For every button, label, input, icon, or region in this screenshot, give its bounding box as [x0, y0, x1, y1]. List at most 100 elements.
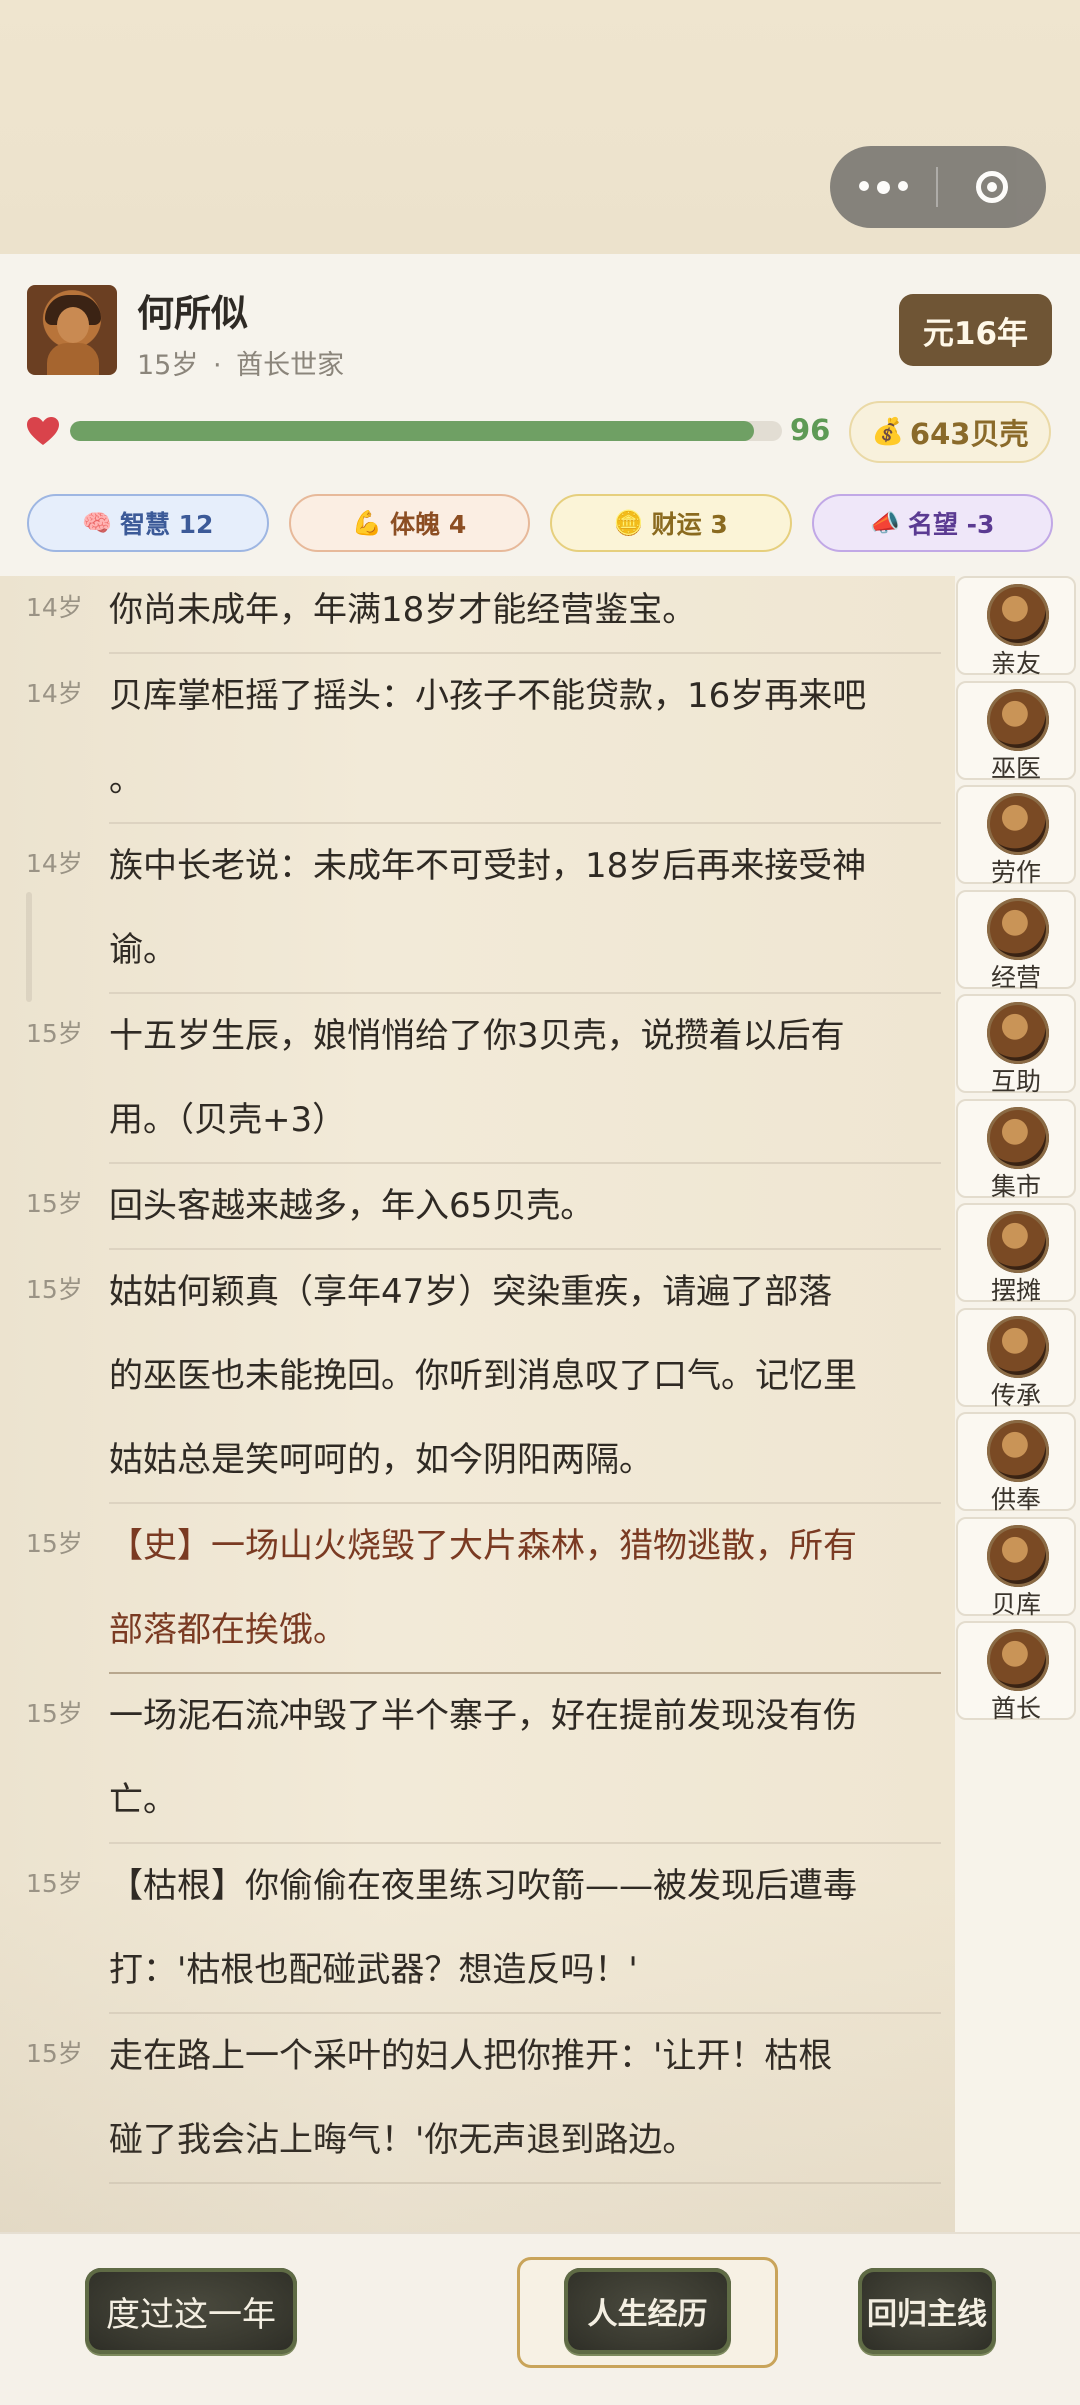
chief-icon: [987, 1629, 1049, 1691]
rail-item-label: 酋长: [990, 1694, 1041, 1723]
megaphone-icon: 📣: [870, 509, 900, 537]
character-subinfo: 15岁 · 酋长世家: [137, 343, 344, 382]
rail-item-0[interactable]: 亲友: [956, 576, 1076, 678]
shaman-icon: [987, 688, 1049, 751]
next-year-button[interactable]: 度过这一年: [85, 2268, 297, 2354]
log-line: 亡。: [109, 1780, 177, 1820]
log-text: 十五岁生辰，娘悄悄给了你3贝壳，说攒着以后有 用。（贝壳+3）: [109, 994, 941, 1162]
log-line: 姑姑总是笑呵呵的，如今阴阳两隔。: [109, 1440, 653, 1480]
back-main-button[interactable]: 回归主线: [858, 2268, 996, 2354]
log-line: 走在路上一个采叶的妇人把你推开：'让开！枯根: [109, 2036, 833, 2076]
close-target-icon[interactable]: [938, 171, 1046, 203]
tools-icon: [987, 793, 1049, 855]
life-history-button[interactable]: 人生经历: [564, 2268, 731, 2354]
market-icon: [987, 1106, 1049, 1169]
rail-item-label: 集市: [990, 1171, 1041, 1201]
stall-icon: [987, 1211, 1049, 1273]
log-text: 【枯根】你偷偷在夜里练习吹箭——被发现后遭毒 打：'枯根也配碰武器？想造反吗！': [109, 1844, 941, 2012]
log-line: 姑姑何颖真（享年47岁）突染重疾，请遍了部落: [109, 1272, 833, 1312]
log-entry: 15岁 姑姑何颖真（享年47岁）突染重疾，请遍了部落 的巫医也未能挽回。你听到消息叹…: [0, 1250, 955, 1504]
brain-icon: 🧠: [82, 509, 112, 537]
rail-item-label: 亲友: [990, 649, 1041, 678]
log-line: 用。（贝壳+3）: [109, 1100, 347, 1140]
log-divider: [109, 2182, 941, 2184]
stat-reputation[interactable]: 📣 名望 -3: [811, 494, 1053, 552]
log-text: 贝库掌柜摇了摇头：小孩子不能贷款，16岁再来吧。: [109, 654, 941, 822]
log-entry: 14岁 你尚未成年，年满18岁才能经营鉴宝。: [0, 576, 955, 654]
log-line: 的巫医也未能挽回。你听到消息叹了口气。记忆里: [109, 1356, 857, 1396]
rail-item-5[interactable]: 集市: [956, 1098, 1076, 1201]
log-age: 15岁: [26, 1019, 83, 1048]
log-line: 【枯根】你偷偷在夜里练习吹箭——被发现后遭毒: [109, 1866, 857, 1906]
rail-item-label: 摆摊: [990, 1276, 1041, 1305]
health-bar: [70, 421, 782, 441]
gold-ingot-icon: 🪙: [613, 509, 644, 537]
log-line: 十五岁生辰，娘悄悄给了你3贝壳，说攒着以后有: [109, 1016, 845, 1056]
altar-icon: [987, 1420, 1049, 1482]
log-text: 姑姑何颖真（享年47岁）突染重疾，请遍了部落 的巫医也未能挽回。你听到消息叹了口气…: [109, 1250, 941, 1502]
treasury-icon: [987, 1524, 1049, 1587]
log-entry: 15岁 走在路上一个采叶的妇人把你推开：'让开！枯根 碰了我会沾上晦气！'你无声退到…: [0, 2014, 955, 2184]
log-age: 15岁: [26, 1275, 83, 1304]
log-entry: 14岁 族中长老说：未成年不可受封，18岁后再来接受神 谕。: [0, 824, 955, 994]
log-age: 15岁: [26, 1699, 83, 1728]
rail-item-label: 贝库: [990, 1589, 1041, 1619]
shells-value: 643贝壳: [909, 417, 1029, 451]
rail-item-10[interactable]: 酋长: [956, 1621, 1076, 1723]
log-line: 贝库掌柜摇了摇头：小孩子不能贷款，16岁再来吧: [109, 676, 867, 716]
rail-item-6[interactable]: 摆摊: [956, 1203, 1076, 1305]
rail-item-label: 经营: [990, 962, 1041, 992]
log-age: 15岁: [26, 2039, 83, 2068]
heart-icon: [27, 417, 59, 445]
hut-icon: [987, 897, 1049, 960]
rail-item-label: 传承: [990, 1380, 1041, 1410]
stats-row: 🧠 智慧 12 💪 体魄 4 🪙 财运 3 📣 名望 -3: [27, 494, 1053, 552]
age-label: 15岁: [137, 350, 199, 381]
log-line: 部落都在挨饿。: [109, 1610, 347, 1650]
rail-item-3[interactable]: 经营: [956, 889, 1076, 992]
rail-item-label: 劳作: [990, 858, 1041, 887]
elder-icon: [987, 1315, 1049, 1378]
log-text: 回头客越来越多，年入65贝壳。: [109, 1164, 941, 1248]
stat-label: 财运 3: [651, 510, 728, 539]
stat-fortune[interactable]: 🪙 财运 3: [550, 494, 792, 552]
log-line: 碰了我会沾上晦气！'你无声退到路边。: [109, 2120, 697, 2160]
log-line: 打：'枯根也配碰武器？想造反吗！': [109, 1950, 638, 1990]
log-line: 。: [109, 760, 143, 800]
rail-item-label: 巫医: [990, 753, 1041, 783]
log-text: 一场泥石流冲毁了半个寨子，好在提前发现没有伤 亡。: [109, 1674, 941, 1842]
health-value: 96: [790, 413, 831, 447]
separator: ·: [212, 350, 222, 381]
log-text: 走在路上一个采叶的妇人把你推开：'让开！枯根 碰了我会沾上晦气！'你无声退到路边。: [109, 2014, 941, 2182]
log-age: 14岁: [26, 849, 83, 878]
avatar[interactable]: [27, 285, 117, 375]
stat-label: 智慧 12: [119, 510, 214, 539]
log-line: 你尚未成年，年满18岁才能经营鉴宝。: [109, 590, 697, 630]
rail-item-9[interactable]: 贝库: [956, 1516, 1076, 1619]
life-log[interactable]: 14岁 你尚未成年，年满18岁才能经营鉴宝。 14岁 贝库掌柜摇了摇头：小孩子不能贷款…: [0, 576, 955, 2232]
rail-item-1[interactable]: 巫医: [956, 680, 1076, 783]
mini-program-capsule: [830, 146, 1046, 228]
rail-item-8[interactable]: 供奉: [956, 1412, 1076, 1514]
log-age: 15岁: [26, 1529, 83, 1558]
log-age: 14岁: [26, 593, 83, 622]
stat-physique[interactable]: 💪 体魄 4: [288, 494, 530, 552]
more-icon[interactable]: [830, 180, 936, 194]
log-age: 15岁: [26, 1869, 83, 1898]
health-bar-fill: [70, 421, 754, 441]
rail-item-label: 供奉: [990, 1485, 1041, 1514]
log-entry: 15岁 【枯根】你偷偷在夜里练习吹箭——被发现后遭毒 打：'枯根也配碰武器？想造反吗…: [0, 1844, 955, 2014]
rail-item-2[interactable]: 劳作: [956, 785, 1076, 887]
log-line: 回头客越来越多，年入65贝壳。: [109, 1186, 595, 1226]
log-age: 14岁: [26, 679, 83, 708]
muscle-icon: 💪: [352, 509, 383, 537]
family-label: 酋长世家: [236, 350, 345, 381]
stat-label: 体魄 4: [390, 510, 467, 539]
stat-label: 名望 -3: [907, 510, 995, 539]
rail-item-label: 互助: [990, 1067, 1041, 1096]
family-icon: [987, 584, 1049, 646]
stat-wisdom[interactable]: 🧠 智慧 12: [27, 494, 269, 552]
rail-item-7[interactable]: 传承: [956, 1307, 1076, 1410]
log-entry: 15岁 十五岁生辰，娘悄悄给了你3贝壳，说攒着以后有 用。（贝壳+3）: [0, 994, 955, 1164]
rail-item-4[interactable]: 互助: [956, 994, 1076, 1096]
